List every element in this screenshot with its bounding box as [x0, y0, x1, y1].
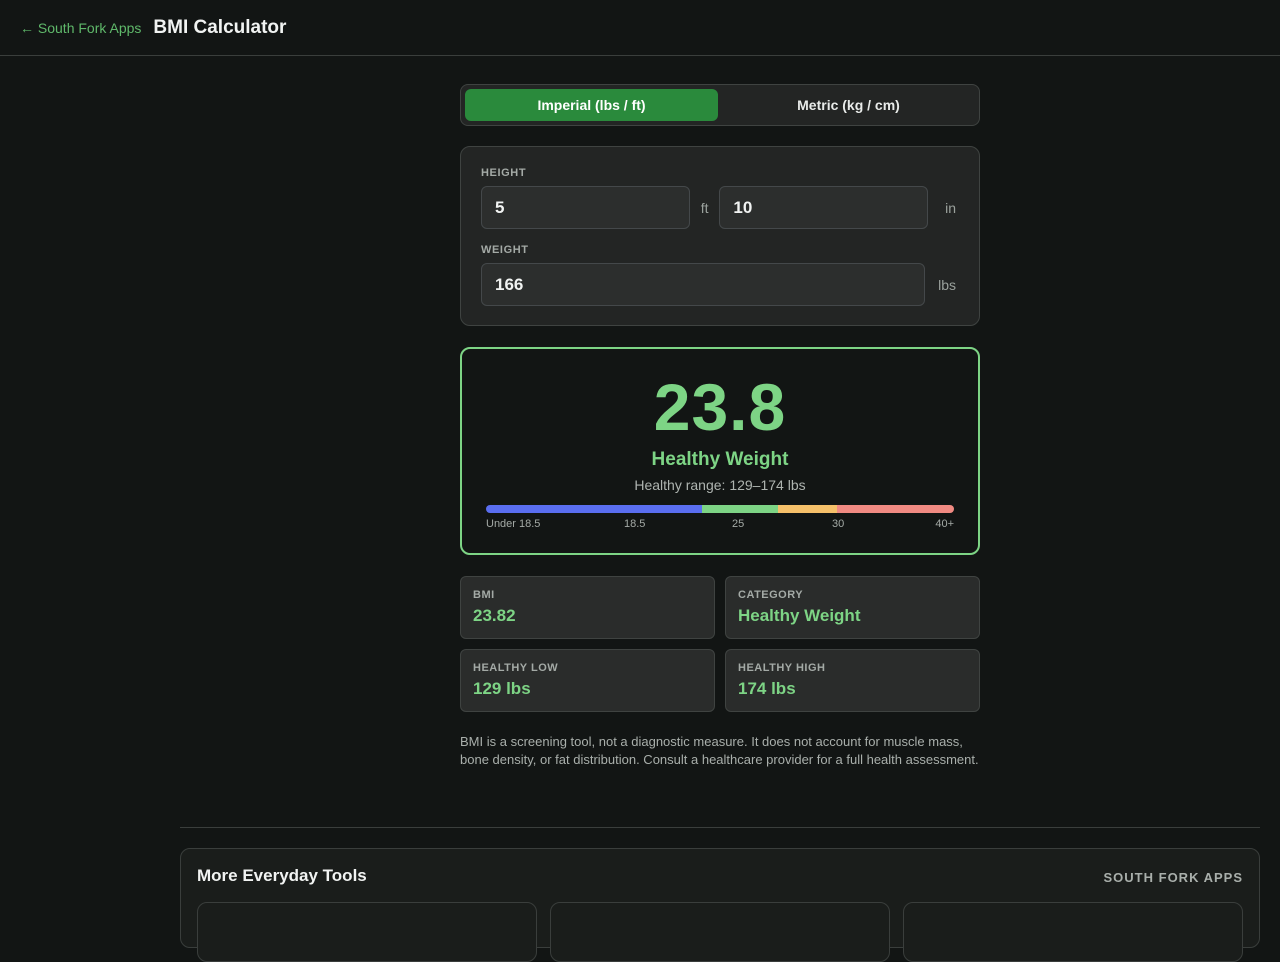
scale-segment — [486, 505, 703, 513]
inches-unit-label: in — [945, 199, 956, 216]
stat-card-bmi: BMI 23.82 — [460, 576, 715, 639]
tool-card[interactable] — [903, 902, 1243, 962]
stat-card-category: CATEGORY Healthy Weight — [725, 576, 980, 639]
weight-input[interactable] — [481, 263, 925, 306]
weight-unit-label: lbs — [938, 276, 956, 293]
bmi-category: Healthy Weight — [651, 449, 789, 470]
weight-row: lbs — [481, 263, 959, 306]
height-feet-input[interactable] — [481, 186, 690, 229]
bmi-scale-labels: Under 18.5 18.5 25 30 40+ — [486, 518, 954, 532]
scale-label: 18.5 — [624, 518, 646, 530]
scale-label: 30 — [832, 518, 845, 530]
stat-card-healthy-high: HEALTHY HIGH 174 lbs — [725, 649, 980, 712]
stat-label: BMI — [473, 589, 495, 601]
height-row: ft in — [481, 186, 959, 229]
disclaimer-text: BMI is a screening tool, not a diagnosti… — [460, 734, 979, 767]
scale-segment — [836, 505, 954, 513]
stat-label: HEALTHY LOW — [473, 662, 559, 674]
footer-divider — [180, 827, 1260, 828]
scale-label: 25 — [732, 518, 745, 530]
height-label: HEIGHT — [481, 167, 527, 179]
top-bar: ← South Fork Apps BMI Calculator — [0, 0, 1280, 56]
weight-label: WEIGHT — [481, 244, 529, 256]
brand-label: SOUTH FORK APPS — [1103, 870, 1243, 885]
stat-label: HEALTHY HIGH — [738, 662, 826, 674]
page-title: BMI Calculator — [153, 16, 287, 38]
measurements-card: HEIGHT ft in WEIGHT lbs — [460, 146, 980, 326]
more-tools-section: More Everyday Tools SOUTH FORK APPS — [180, 848, 1260, 962]
scale-segment — [778, 505, 837, 513]
tool-card[interactable] — [550, 902, 890, 962]
imperial-unit-button[interactable]: Imperial (lbs / ft) — [465, 89, 718, 121]
tool-card[interactable] — [197, 902, 537, 962]
healthy-range-text: Healthy range: 129–174 lbs — [634, 477, 806, 493]
stats-grid: BMI 23.82 CATEGORY Healthy Weight HEALTH… — [460, 576, 980, 712]
back-link[interactable]: ← South Fork Apps — [20, 20, 141, 36]
calculator-panel: Imperial (lbs / ft) Metric (kg / cm) HEI… — [460, 84, 980, 769]
stat-value: 129 lbs — [473, 679, 531, 698]
scale-segment — [702, 505, 779, 513]
bmi-result-value: 23.8 — [653, 370, 787, 444]
scale-label: Under 18.5 — [486, 518, 541, 530]
height-inches-input[interactable] — [719, 186, 929, 229]
feet-unit-label: ft — [700, 199, 709, 216]
stat-label: CATEGORY — [738, 589, 804, 601]
stat-card-healthy-low: HEALTHY LOW 129 lbs — [460, 649, 715, 712]
stat-value: 23.82 — [473, 606, 516, 625]
result-card: 23.8 Healthy Weight Healthy range: 129–1… — [460, 347, 980, 555]
unit-toggle: Imperial (lbs / ft) Metric (kg / cm) — [460, 84, 980, 126]
more-tools-title: More Everyday Tools — [197, 866, 367, 885]
bmi-scale-bar — [486, 505, 954, 513]
stat-value: 174 lbs — [738, 679, 796, 698]
stat-value: Healthy Weight — [738, 606, 861, 625]
metric-unit-button[interactable]: Metric (kg / cm) — [722, 89, 975, 121]
scale-label: 40+ — [935, 518, 954, 530]
